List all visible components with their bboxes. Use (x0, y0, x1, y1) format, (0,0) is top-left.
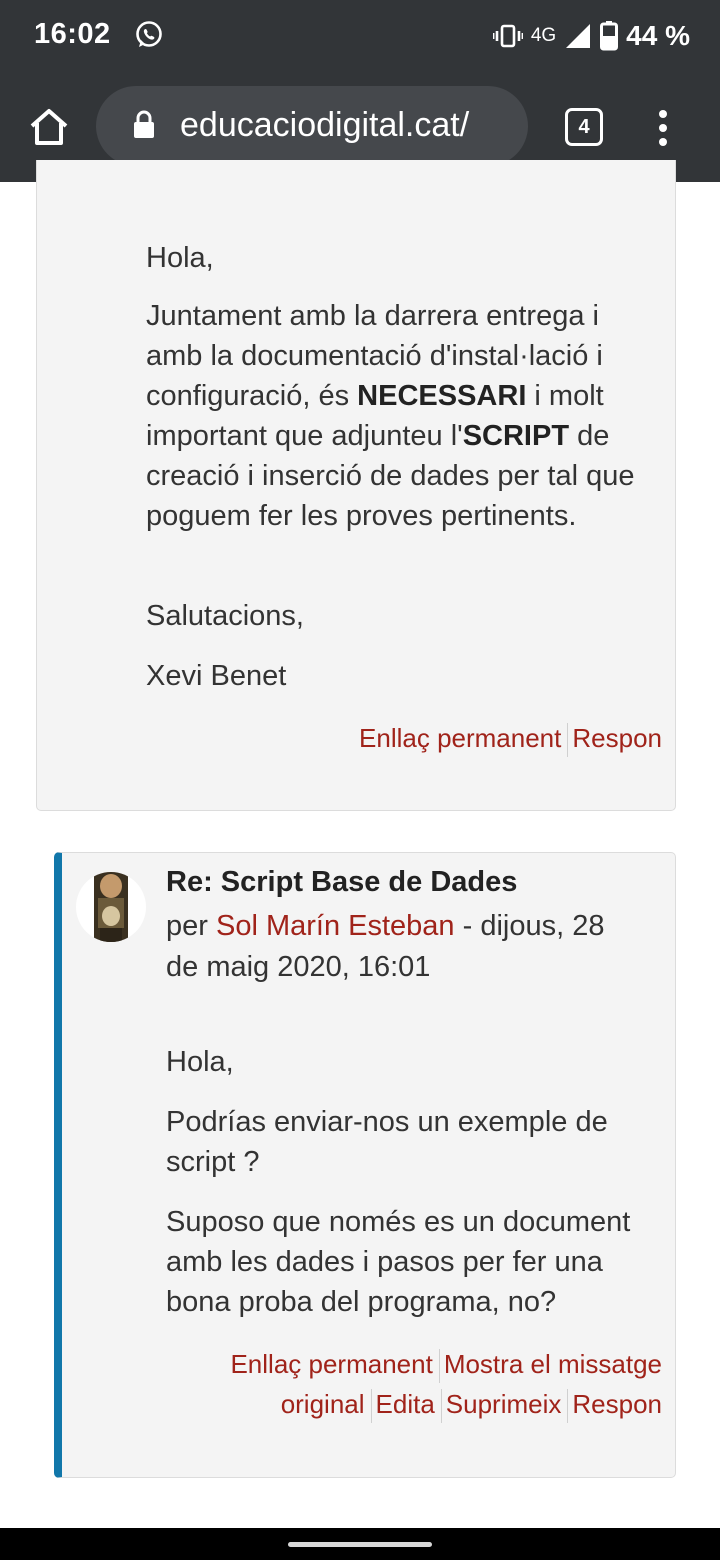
post-greeting: Hola, (166, 1046, 234, 1078)
post-signature: Xevi Benet (146, 660, 287, 692)
edit-link[interactable]: Edita (376, 1389, 435, 1419)
network-label: 4G (530, 25, 557, 46)
home-gesture-handle[interactable] (288, 1542, 432, 1547)
post-subject: Re: Script Base de Dades (166, 866, 518, 898)
overflow-menu-icon[interactable] (648, 106, 678, 150)
post-date: - dijous, 28 (454, 910, 605, 942)
signal-icon (566, 24, 591, 48)
tab-switcher-button[interactable]: 4 (565, 108, 603, 146)
post-closing: Salutacions, (146, 600, 304, 632)
delete-link[interactable]: Suprimeix (446, 1389, 562, 1419)
separator (567, 1389, 569, 1424)
post-paragraph-line: Podrías enviar-nos un exemple de (166, 1106, 608, 1138)
home-icon[interactable] (28, 106, 70, 148)
author-link[interactable]: Sol Marín Esteban (216, 910, 455, 942)
battery-icon (600, 21, 619, 51)
lock-icon (134, 110, 154, 138)
avatar-image (94, 872, 128, 942)
separator (567, 723, 569, 758)
separator (440, 1389, 442, 1424)
avatar[interactable] (76, 872, 146, 942)
browser-chrome: 16:02 4G 44 % educaciodigital.cat/ 4 (0, 0, 720, 182)
post-date: de maig 2020, 16:01 (166, 951, 431, 983)
battery-level: 44 % (626, 20, 690, 51)
post-body-bold: NECESSARI (357, 380, 527, 412)
separator (438, 1349, 440, 1384)
post-paragraph: Suposo que només es un document amb les d… (166, 1202, 630, 1322)
post-paragraph-line: Suposo que només es un document (166, 1206, 631, 1238)
post-body: Juntament amb la darrera entrega i amb l… (146, 296, 658, 536)
post-body-bold: SCRIPT (462, 420, 570, 452)
separator (370, 1389, 372, 1424)
byline-prefix: per (166, 910, 216, 942)
status-time: 16:02 (34, 18, 111, 50)
post-paragraph-line: amb les dades i pasos per fer una (166, 1246, 603, 1278)
post-paragraph-line: script ? (166, 1146, 260, 1178)
post-greeting: Hola, (146, 242, 214, 274)
show-original-link[interactable]: Mostra el missatge (444, 1349, 662, 1379)
permalink-link[interactable]: Enllaç permanent (359, 723, 561, 753)
post-paragraph-line: bona proba del programa, no? (166, 1286, 557, 1318)
reply-link[interactable]: Respon (572, 1389, 662, 1419)
reply-link[interactable]: Respon (572, 723, 662, 753)
whatsapp-icon (136, 21, 162, 47)
show-original-link[interactable]: original (281, 1389, 365, 1419)
vibrate-icon (492, 24, 523, 48)
permalink-link[interactable]: Enllaç permanent (230, 1349, 432, 1379)
status-indicators: 4G 44 % (492, 18, 690, 54)
post-actions: Enllaç permanent Mostra el missatge origin… (230, 1344, 662, 1424)
post-actions: Enllaç permanent Respon (359, 718, 662, 758)
post-paragraph: Podrías enviar-nos un exemple de script ? (166, 1102, 608, 1182)
url-text[interactable]: educaciodigital.cat/ (180, 106, 510, 145)
post-byline: per Sol Marín Esteban - dijous, 28 de mai… (166, 906, 646, 988)
